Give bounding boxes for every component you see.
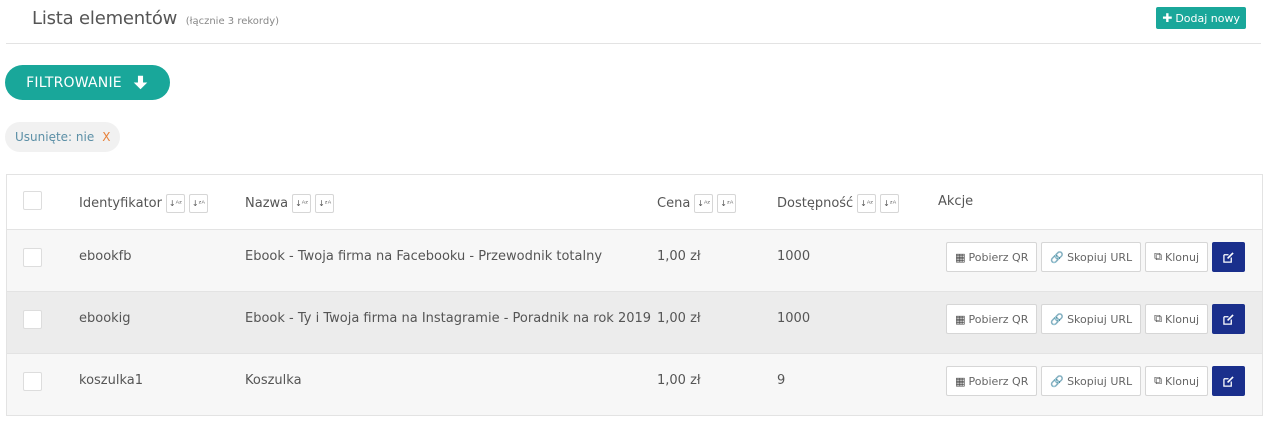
sort-desc-icon[interactable]: ↓ᶻᴬ [188,194,208,213]
cell-price: 1,00 zł [657,373,701,388]
button-label: Skopiuj URL [1067,374,1133,388]
table-row: ebookfb Ebook - Twoja firma na Facebooku… [7,230,1262,292]
cell-availability: 9 [777,373,786,388]
arrow-down-icon [133,75,148,90]
cell-id: ebookig [79,311,131,326]
clone-button[interactable]: ⧉ Klonuj [1145,242,1208,272]
column-label: Nazwa [245,196,289,211]
column-label: Cena [657,196,691,211]
cell-id: koszulka1 [79,373,144,388]
sort-desc-icon[interactable]: ↓ᶻᴬ [717,194,737,213]
table-row: koszulka1 Koszulka 1,00 zł 9 ▦ Pobierz QR… [7,354,1262,416]
button-label: Skopiuj URL [1067,312,1133,326]
clone-button[interactable]: ⧉ Klonuj [1145,366,1208,396]
sort-asc-icon[interactable]: ↓ᴬᶻ [694,194,714,213]
page-title: Lista elementów (łącznie 3 rekordy) [32,8,279,29]
cell-id: ebookfb [79,249,132,264]
column-label: Identyfikator [79,196,162,211]
row-checkbox[interactable] [23,310,42,329]
copy-url-button[interactable]: 🔗 Skopiuj URL [1041,304,1142,334]
button-label: Pobierz QR [968,250,1029,264]
edit-icon [1223,313,1234,325]
edit-button[interactable] [1212,242,1245,272]
clone-icon: ⧉ [1154,374,1162,387]
button-label: Skopiuj URL [1067,250,1133,264]
link-icon: 🔗 [1050,312,1065,326]
column-header-price: Cena ↓ᴬᶻ ↓ᶻᴬ [657,194,737,213]
button-label: Klonuj [1165,250,1199,264]
cell-availability: 1000 [777,311,811,326]
row-actions: ▦ Pobierz QR 🔗 Skopiuj URL ⧉ Klonuj [946,304,1245,334]
column-header-actions: Akcje [938,194,973,209]
button-label: Pobierz QR [968,312,1029,326]
row-actions: ▦ Pobierz QR 🔗 Skopiuj URL ⧉ Klonuj [946,242,1245,272]
download-qr-button[interactable]: ▦ Pobierz QR [946,366,1038,396]
add-new-button[interactable]: ✚ Dodaj nowy [1156,7,1246,29]
edit-icon [1223,375,1234,387]
copy-url-button[interactable]: 🔗 Skopiuj URL [1041,242,1142,272]
column-header-availability: Dostępność ↓ᴬᶻ ↓ᶻᴬ [777,194,900,213]
qr-icon: ▦ [955,312,966,326]
filter-chip-deleted[interactable]: Usunięte: nie X [5,122,121,152]
add-new-label: Dodaj nowy [1175,11,1240,25]
sort-asc-icon[interactable]: ↓ᴬᶻ [165,194,185,213]
cell-price: 1,00 zł [657,249,701,264]
clone-button[interactable]: ⧉ Klonuj [1145,304,1208,334]
row-checkbox[interactable] [23,248,42,267]
download-qr-button[interactable]: ▦ Pobierz QR [946,242,1038,272]
cell-availability: 1000 [777,249,811,264]
edit-button[interactable] [1212,366,1245,396]
column-header-id: Identyfikator ↓ᴬᶻ ↓ᶻᴬ [79,194,208,213]
link-icon: 🔗 [1050,250,1065,264]
clone-icon: ⧉ [1154,250,1162,263]
row-actions: ▦ Pobierz QR 🔗 Skopiuj URL ⧉ Klonuj [946,366,1245,396]
table-row: ebookig Ebook - Ty i Twoja firma na Inst… [7,292,1262,354]
edit-button[interactable] [1212,304,1245,334]
filter-label: FILTROWANIE [26,74,122,91]
row-checkbox[interactable] [23,372,42,391]
copy-url-button[interactable]: 🔗 Skopiuj URL [1041,366,1142,396]
items-table: Identyfikator ↓ᴬᶻ ↓ᶻᴬ Nazwa ↓ᴬᶻ ↓ᶻᴬ Cena… [6,174,1263,416]
filter-chip-label: Usunięte: nie [15,130,95,144]
cell-name: Koszulka [245,373,302,388]
column-label: Dostępność [777,196,854,211]
chip-close-icon[interactable]: X [102,130,110,144]
button-label: Klonuj [1165,374,1199,388]
button-label: Pobierz QR [968,374,1029,388]
cell-name: Ebook - Ty i Twoja firma na Instagramie … [245,311,652,326]
cell-price: 1,00 zł [657,311,701,326]
link-icon: 🔗 [1050,374,1065,388]
sort-asc-icon[interactable]: ↓ᴬᶻ [292,194,312,213]
column-header-name: Nazwa ↓ᴬᶻ ↓ᶻᴬ [245,194,335,213]
qr-icon: ▦ [955,250,966,264]
record-count: (łącznie 3 rekordy) [185,16,280,27]
button-label: Klonuj [1165,312,1199,326]
edit-icon [1223,251,1234,263]
plus-icon: ✚ [1162,11,1173,25]
qr-icon: ▦ [955,374,966,388]
select-all-checkbox[interactable] [23,191,42,210]
sort-asc-icon[interactable]: ↓ᴬᶻ [857,194,877,213]
page-title-text: Lista elementów [32,8,178,29]
clone-icon: ⧉ [1154,312,1162,325]
table-header-row: Identyfikator ↓ᴬᶻ ↓ᶻᴬ Nazwa ↓ᴬᶻ ↓ᶻᴬ Cena… [7,175,1262,230]
column-label: Akcje [938,194,974,209]
page-header: Lista elementów (łącznie 3 rekordy) ✚ Do… [6,0,1261,44]
sort-desc-icon[interactable]: ↓ᶻᴬ [880,194,900,213]
download-qr-button[interactable]: ▦ Pobierz QR [946,304,1038,334]
filter-button[interactable]: FILTROWANIE [5,65,170,100]
cell-name: Ebook - Twoja firma na Facebooku - Przew… [245,249,603,264]
sort-desc-icon[interactable]: ↓ᶻᴬ [315,194,335,213]
